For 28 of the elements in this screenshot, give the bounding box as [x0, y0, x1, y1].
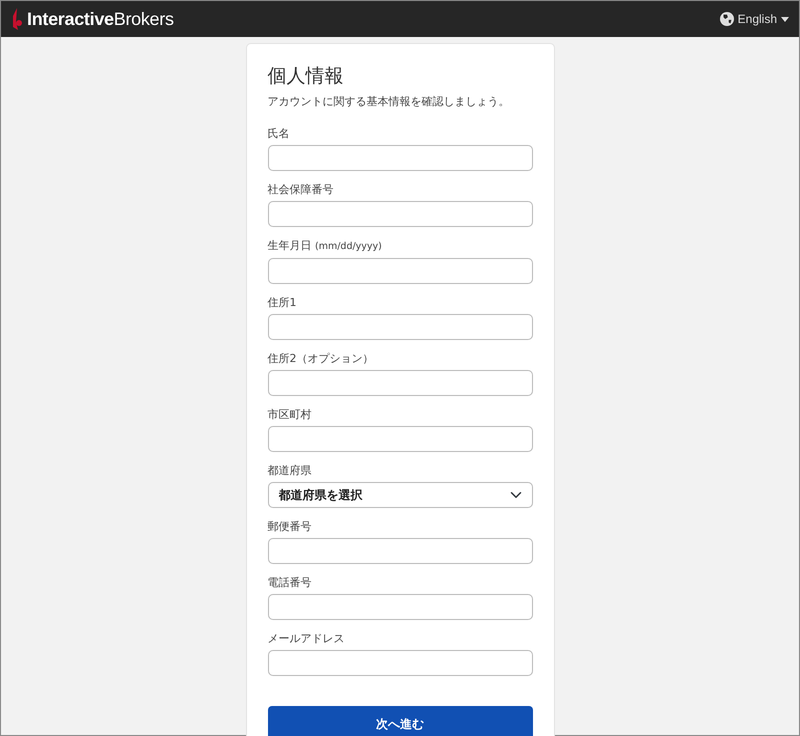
- input-field[interactable]: [268, 426, 532, 452]
- globe-icon: [720, 12, 734, 26]
- input-field[interactable]: [268, 201, 532, 227]
- input-field[interactable]: [268, 538, 532, 564]
- next-button[interactable]: 次へ進む: [268, 706, 532, 736]
- field-label: 氏名: [268, 126, 290, 142]
- input-field[interactable]: [268, 370, 532, 396]
- logo-text[interactable]: InteractiveBrokers: [27, 6, 174, 32]
- language-dropdown[interactable]: English: [720, 10, 789, 28]
- field-label: 住所2（オプション）: [268, 351, 374, 367]
- input-field[interactable]: [268, 650, 532, 676]
- field-label: 市区町村: [268, 407, 312, 423]
- field-label: 生年月日 (mm/dd/yyyy): [268, 238, 383, 254]
- logo-icon: [11, 8, 23, 30]
- input-field[interactable]: [268, 314, 532, 340]
- field-label: 電話番号: [268, 575, 312, 591]
- field-label: メールアドレス: [268, 631, 346, 647]
- caret-icon: [781, 16, 789, 22]
- prefecture-select[interactable]: 都道府県を選択: [268, 482, 532, 508]
- input-field[interactable]: [268, 145, 532, 171]
- field-label: 住所1: [268, 295, 298, 311]
- field-label: 郵便番号: [268, 519, 312, 535]
- input-field[interactable]: [268, 258, 532, 284]
- field-label: 社会保障番号: [268, 182, 334, 198]
- input-field[interactable]: [268, 594, 532, 620]
- form-title: 個人情報: [268, 64, 344, 89]
- field-label: 都道府県: [268, 463, 312, 479]
- form-subtitle: アカウントに関する基本情報を確認しましょう。: [268, 94, 510, 110]
